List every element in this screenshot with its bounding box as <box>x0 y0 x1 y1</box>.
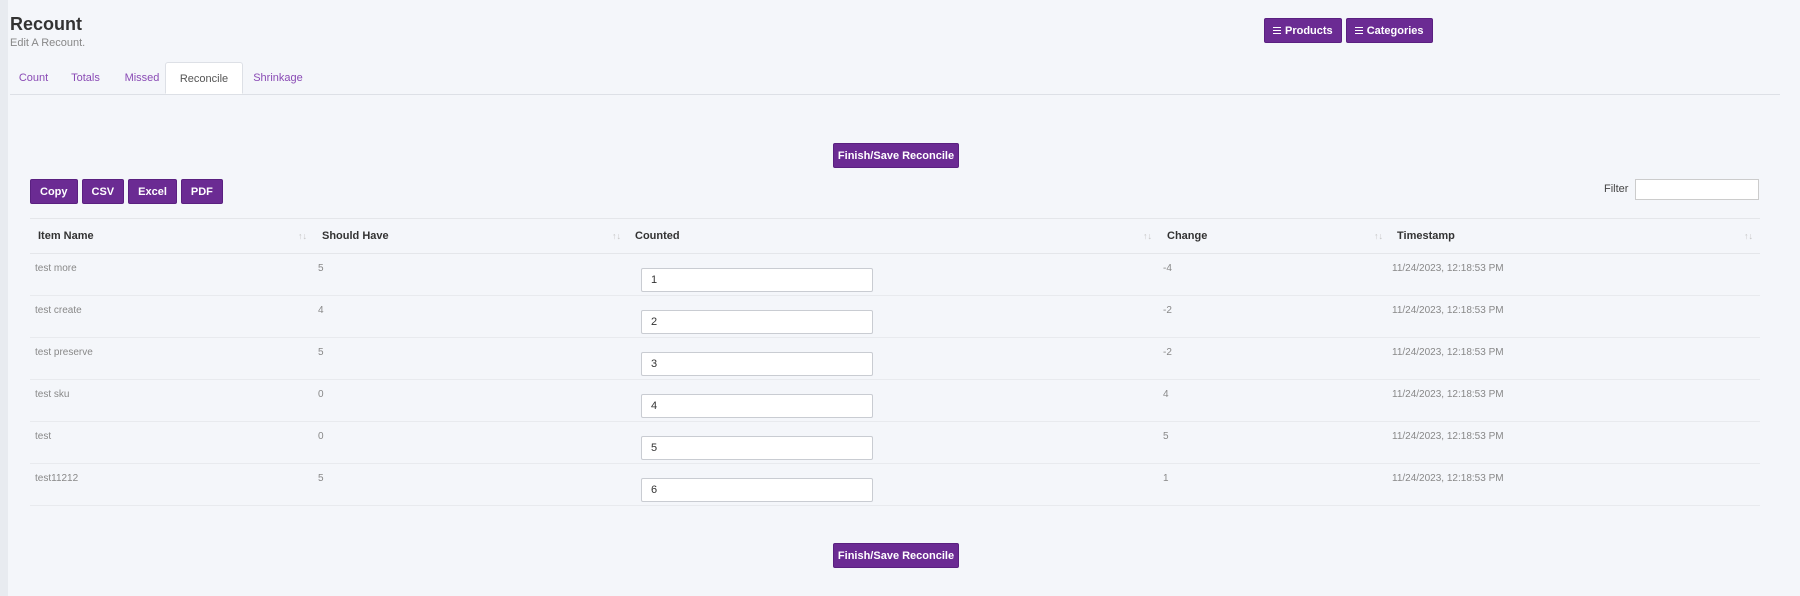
timestamp-cell: 11/24/2023, 12:18:53 PM <box>1392 263 1504 274</box>
export-button-group: Copy CSV Excel PDF <box>30 179 223 204</box>
counted-input[interactable] <box>641 310 873 334</box>
tab-shrinkage[interactable]: Shrinkage <box>243 62 313 94</box>
column-header-change[interactable]: Change <box>1167 219 1207 253</box>
tab-bar: Count Totals Missed Reconcile Shrinkage <box>10 62 1780 95</box>
column-header-item-name[interactable]: Item Name <box>38 219 94 253</box>
timestamp-cell: 11/24/2023, 12:18:53 PM <box>1392 347 1504 358</box>
sort-icon[interactable]: ↑↓ <box>612 219 621 253</box>
tab-count[interactable]: Count <box>10 62 57 94</box>
categories-button[interactable]: Categories <box>1345 18 1433 43</box>
counted-input[interactable] <box>641 268 873 292</box>
change-cell: 1 <box>1163 473 1169 484</box>
change-cell: -2 <box>1163 305 1172 316</box>
categories-button-label: Categories <box>1366 24 1424 37</box>
list-icon <box>1354 25 1363 36</box>
sort-icon[interactable]: ↑↓ <box>1744 219 1753 253</box>
should-have-cell: 5 <box>318 347 324 358</box>
table-row: test preserve 5 -2 11/24/2023, 12:18:53 … <box>30 338 1760 380</box>
table-row: test11212 5 1 11/24/2023, 12:18:53 PM <box>30 464 1760 506</box>
should-have-cell: 4 <box>318 305 324 316</box>
counted-input[interactable] <box>641 394 873 418</box>
should-have-cell: 5 <box>318 473 324 484</box>
should-have-cell: 0 <box>318 389 324 400</box>
counted-input[interactable] <box>641 478 873 502</box>
sort-icon[interactable]: ↑↓ <box>298 219 307 253</box>
pdf-button[interactable]: PDF <box>180 179 223 204</box>
table-row: test 0 5 11/24/2023, 12:18:53 PM <box>30 422 1760 464</box>
change-cell: -2 <box>1163 347 1172 358</box>
counted-input[interactable] <box>641 436 873 460</box>
products-button-label: Products <box>1285 24 1333 37</box>
table-header-row: Item Name ↑↓ Should Have ↑↓ Counted ↑↓ C… <box>30 218 1760 254</box>
change-cell: -4 <box>1163 263 1172 274</box>
item-name-cell: test sku <box>35 389 70 400</box>
column-header-should-have[interactable]: Should Have <box>322 219 389 253</box>
table-row: test more 5 -4 11/24/2023, 12:18:53 PM <box>30 254 1760 296</box>
item-name-cell: test <box>35 431 52 442</box>
top-button-group: Products Categories <box>1264 18 1433 43</box>
finish-save-reconcile-button-bottom[interactable]: Finish/Save Reconcile <box>833 543 959 568</box>
item-name-cell: test more <box>35 263 77 274</box>
table-row: test create 4 -2 11/24/2023, 12:18:53 PM <box>30 296 1760 338</box>
column-header-timestamp[interactable]: Timestamp <box>1397 219 1455 253</box>
timestamp-cell: 11/24/2023, 12:18:53 PM <box>1392 473 1504 484</box>
item-name-cell: test preserve <box>35 347 93 358</box>
should-have-cell: 0 <box>318 431 324 442</box>
should-have-cell: 5 <box>318 263 324 274</box>
page-subtitle: Edit A Recount. <box>10 37 86 49</box>
timestamp-cell: 11/24/2023, 12:18:53 PM <box>1392 431 1504 442</box>
finish-save-reconcile-button-top[interactable]: Finish/Save Reconcile <box>833 143 959 168</box>
sort-icon[interactable]: ↑↓ <box>1143 219 1152 253</box>
timestamp-cell: 11/24/2023, 12:18:53 PM <box>1392 389 1504 400</box>
page-title: Recount <box>10 14 82 34</box>
counted-input[interactable] <box>641 352 873 376</box>
list-icon <box>1273 25 1281 36</box>
copy-button[interactable]: Copy <box>30 179 78 204</box>
timestamp-cell: 11/24/2023, 12:18:53 PM <box>1392 305 1504 316</box>
tab-totals[interactable]: Totals <box>58 62 113 94</box>
sort-icon[interactable]: ↑↓ <box>1374 219 1383 253</box>
table-row: test sku 0 4 11/24/2023, 12:18:53 PM <box>30 380 1760 422</box>
change-cell: 4 <box>1163 389 1169 400</box>
change-cell: 5 <box>1163 431 1169 442</box>
tab-reconcile[interactable]: Reconcile <box>165 62 243 94</box>
reconcile-table: Item Name ↑↓ Should Have ↑↓ Counted ↑↓ C… <box>30 218 1760 506</box>
excel-button[interactable]: Excel <box>128 179 177 204</box>
item-name-cell: test11212 <box>35 473 79 484</box>
csv-button[interactable]: CSV <box>81 179 125 204</box>
column-header-counted[interactable]: Counted <box>635 219 680 253</box>
filter-input[interactable] <box>1635 179 1759 200</box>
filter-label: Filter <box>1604 183 1629 195</box>
left-edge-strip <box>0 0 8 596</box>
item-name-cell: test create <box>35 305 82 316</box>
tab-missed[interactable]: Missed <box>114 62 170 94</box>
products-button[interactable]: Products <box>1264 18 1342 43</box>
